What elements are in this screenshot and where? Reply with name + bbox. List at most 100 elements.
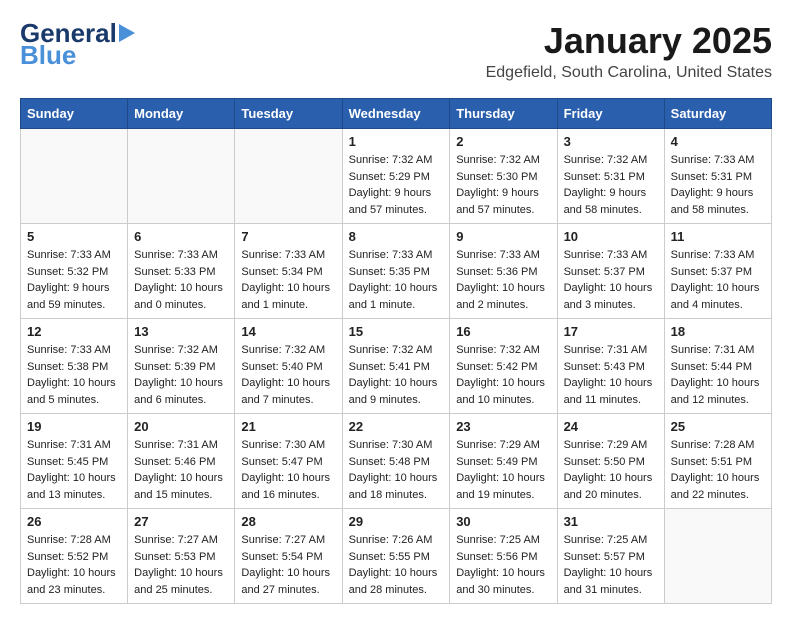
calendar-week-row: 26Sunrise: 7:28 AMSunset: 5:52 PMDayligh…	[21, 509, 772, 604]
sunset-text: Sunset: 5:48 PM	[349, 456, 430, 468]
daylight-text: Daylight: 9 hours and 59 minutes.	[27, 282, 110, 311]
daylight-text: Daylight: 9 hours and 57 minutes.	[456, 187, 539, 216]
daylight-text: Daylight: 10 hours and 30 minutes.	[456, 567, 545, 596]
day-number: 28	[241, 514, 335, 529]
sunset-text: Sunset: 5:29 PM	[349, 171, 430, 183]
calendar-cell: 14Sunrise: 7:32 AMSunset: 5:40 PMDayligh…	[235, 319, 342, 414]
calendar-cell: 15Sunrise: 7:32 AMSunset: 5:41 PMDayligh…	[342, 319, 450, 414]
calendar-cell: 19Sunrise: 7:31 AMSunset: 5:45 PMDayligh…	[21, 414, 128, 509]
calendar-cell: 6Sunrise: 7:33 AMSunset: 5:33 PMDaylight…	[128, 224, 235, 319]
cell-info: Sunrise: 7:32 AMSunset: 5:41 PMDaylight:…	[349, 342, 444, 408]
page-header: General Blue January 2025 Edgefield, Sou…	[20, 20, 772, 82]
sunset-text: Sunset: 5:57 PM	[564, 551, 645, 563]
day-number: 29	[349, 514, 444, 529]
sunset-text: Sunset: 5:36 PM	[456, 266, 537, 278]
sunrise-text: Sunrise: 7:27 AM	[134, 534, 218, 546]
calendar-cell: 16Sunrise: 7:32 AMSunset: 5:42 PMDayligh…	[450, 319, 557, 414]
sunset-text: Sunset: 5:47 PM	[241, 456, 322, 468]
day-number: 7	[241, 229, 335, 244]
sunset-text: Sunset: 5:46 PM	[134, 456, 215, 468]
sunrise-text: Sunrise: 7:28 AM	[27, 534, 111, 546]
sunset-text: Sunset: 5:41 PM	[349, 361, 430, 373]
sunrise-text: Sunrise: 7:33 AM	[671, 249, 755, 261]
sunset-text: Sunset: 5:44 PM	[671, 361, 752, 373]
sunset-text: Sunset: 5:38 PM	[27, 361, 108, 373]
sunset-text: Sunset: 5:51 PM	[671, 456, 752, 468]
sunset-text: Sunset: 5:32 PM	[27, 266, 108, 278]
cell-info: Sunrise: 7:32 AMSunset: 5:39 PMDaylight:…	[134, 342, 228, 408]
sunrise-text: Sunrise: 7:32 AM	[349, 154, 433, 166]
day-number: 10	[564, 229, 658, 244]
daylight-text: Daylight: 10 hours and 1 minute.	[349, 282, 438, 311]
cell-info: Sunrise: 7:33 AM Sunset: 5:31 PM Daylight:…	[671, 152, 765, 218]
day-number: 24	[564, 419, 658, 434]
calendar-cell: 1Sunrise: 7:32 AMSunset: 5:29 PMDaylight…	[342, 129, 450, 224]
calendar-cell: 24Sunrise: 7:29 AMSunset: 5:50 PMDayligh…	[557, 414, 664, 509]
cell-info: Sunrise: 7:29 AMSunset: 5:49 PMDaylight:…	[456, 437, 550, 503]
sunrise-text: Sunrise: 7:32 AM	[241, 344, 325, 356]
cell-info: Sunrise: 7:32 AMSunset: 5:29 PMDaylight:…	[349, 152, 444, 218]
location-text: Edgefield, South Carolina, United States	[486, 64, 772, 82]
title-block: January 2025 Edgefield, South Carolina, …	[486, 20, 772, 82]
daylight-text: Daylight: 10 hours and 10 minutes.	[456, 377, 545, 406]
day-number: 22	[349, 419, 444, 434]
cell-info: Sunrise: 7:27 AMSunset: 5:54 PMDaylight:…	[241, 532, 335, 598]
daylight-text: Daylight: 10 hours and 9 minutes.	[349, 377, 438, 406]
calendar-cell: 12Sunrise: 7:33 AMSunset: 5:38 PMDayligh…	[21, 319, 128, 414]
cell-info: Sunrise: 7:33 AM Sunset: 5:38 PM Daylight:…	[27, 342, 121, 408]
daylight-text: Daylight: 10 hours and 27 minutes.	[241, 567, 330, 596]
calendar-week-row: 12Sunrise: 7:33 AMSunset: 5:38 PMDayligh…	[21, 319, 772, 414]
day-number: 1	[349, 134, 444, 149]
sunset-text: Sunset: 5:42 PM	[456, 361, 537, 373]
daylight-text: Daylight: 10 hours and 1 minute.	[241, 282, 330, 311]
day-number: 5	[27, 229, 121, 244]
daylight-text: Daylight: 10 hours and 7 minutes.	[241, 377, 330, 406]
sunrise-text: Sunrise: 7:25 AM	[564, 534, 648, 546]
month-title: January 2025	[486, 20, 772, 62]
calendar-cell: 28 Sunrise: 7:27 AMSunset: 5:54 PMDayligh…	[235, 509, 342, 604]
calendar-cell: 17Sunrise: 7:31 AMSunset: 5:43 PMDayligh…	[557, 319, 664, 414]
sunset-text: Sunset: 5:56 PM	[456, 551, 537, 563]
weekday-header-tuesday: Tuesday	[235, 99, 342, 129]
daylight-text: Daylight: 10 hours and 31 minutes.	[564, 567, 653, 596]
sunrise-text: Sunrise: 7:33 AM	[27, 344, 111, 356]
sunrise-text: Sunrise: 7:29 AM	[456, 439, 540, 451]
sunrise-text: Sunrise: 7:29 AM	[564, 439, 648, 451]
day-number: 2	[456, 134, 550, 149]
sunrise-text: Sunrise: 7:33 AM	[671, 154, 755, 166]
weekday-header-friday: Friday	[557, 99, 664, 129]
daylight-text: Daylight: 10 hours and 20 minutes.	[564, 472, 653, 501]
weekday-header-wednesday: Wednesday	[342, 99, 450, 129]
daylight-text: Daylight: 10 hours and 5 minutes.	[27, 377, 116, 406]
calendar-cell: 30Sunrise: 7:25 AMSunset: 5:56 PMDayligh…	[450, 509, 557, 604]
day-number: 19	[27, 419, 121, 434]
calendar-cell	[21, 129, 128, 224]
daylight-text: Daylight: 9 hours and 58 minutes.	[564, 187, 647, 216]
sunset-text: Sunset: 5:31 PM	[671, 171, 752, 183]
sunrise-text: Sunrise: 7:33 AM	[456, 249, 540, 261]
calendar-table: SundayMondayTuesdayWednesdayThursdayFrid…	[20, 98, 772, 604]
sunrise-text: Sunrise: 7:31 AM	[564, 344, 648, 356]
calendar-cell	[128, 129, 235, 224]
day-number: 27	[134, 514, 228, 529]
day-number: 23	[456, 419, 550, 434]
daylight-text: Daylight: 10 hours and 2 minutes.	[456, 282, 545, 311]
sunset-text: Sunset: 5:33 PM	[134, 266, 215, 278]
daylight-text: Daylight: 9 hours and 58 minutes.	[671, 187, 754, 216]
day-number: 25	[671, 419, 765, 434]
day-number: 6	[134, 229, 228, 244]
weekday-header-monday: Monday	[128, 99, 235, 129]
calendar-cell: 5Sunrise: 7:33 AMSunset: 5:32 PMDaylight…	[21, 224, 128, 319]
cell-info: Sunrise: 7:32 AMSunset: 5:42 PMDaylight:…	[456, 342, 550, 408]
calendar-cell	[664, 509, 771, 604]
cell-info: Sunrise: 7:30 AMSunset: 5:47 PMDaylight:…	[241, 437, 335, 503]
calendar-cell: 11Sunrise: 7:33 AMSunset: 5:37 PMDayligh…	[664, 224, 771, 319]
calendar-cell: 23 Sunrise: 7:29 AMSunset: 5:49 PMDayligh…	[450, 414, 557, 509]
sunrise-text: Sunrise: 7:33 AM	[349, 249, 433, 261]
day-number: 17	[564, 324, 658, 339]
sunrise-text: Sunrise: 7:27 AM	[241, 534, 325, 546]
calendar-cell: 31Sunrise: 7:25 AMSunset: 5:57 PMDayligh…	[557, 509, 664, 604]
logo: General Blue	[20, 20, 139, 68]
daylight-text: Daylight: 10 hours and 18 minutes.	[349, 472, 438, 501]
calendar-week-row: 19Sunrise: 7:31 AMSunset: 5:45 PMDayligh…	[21, 414, 772, 509]
